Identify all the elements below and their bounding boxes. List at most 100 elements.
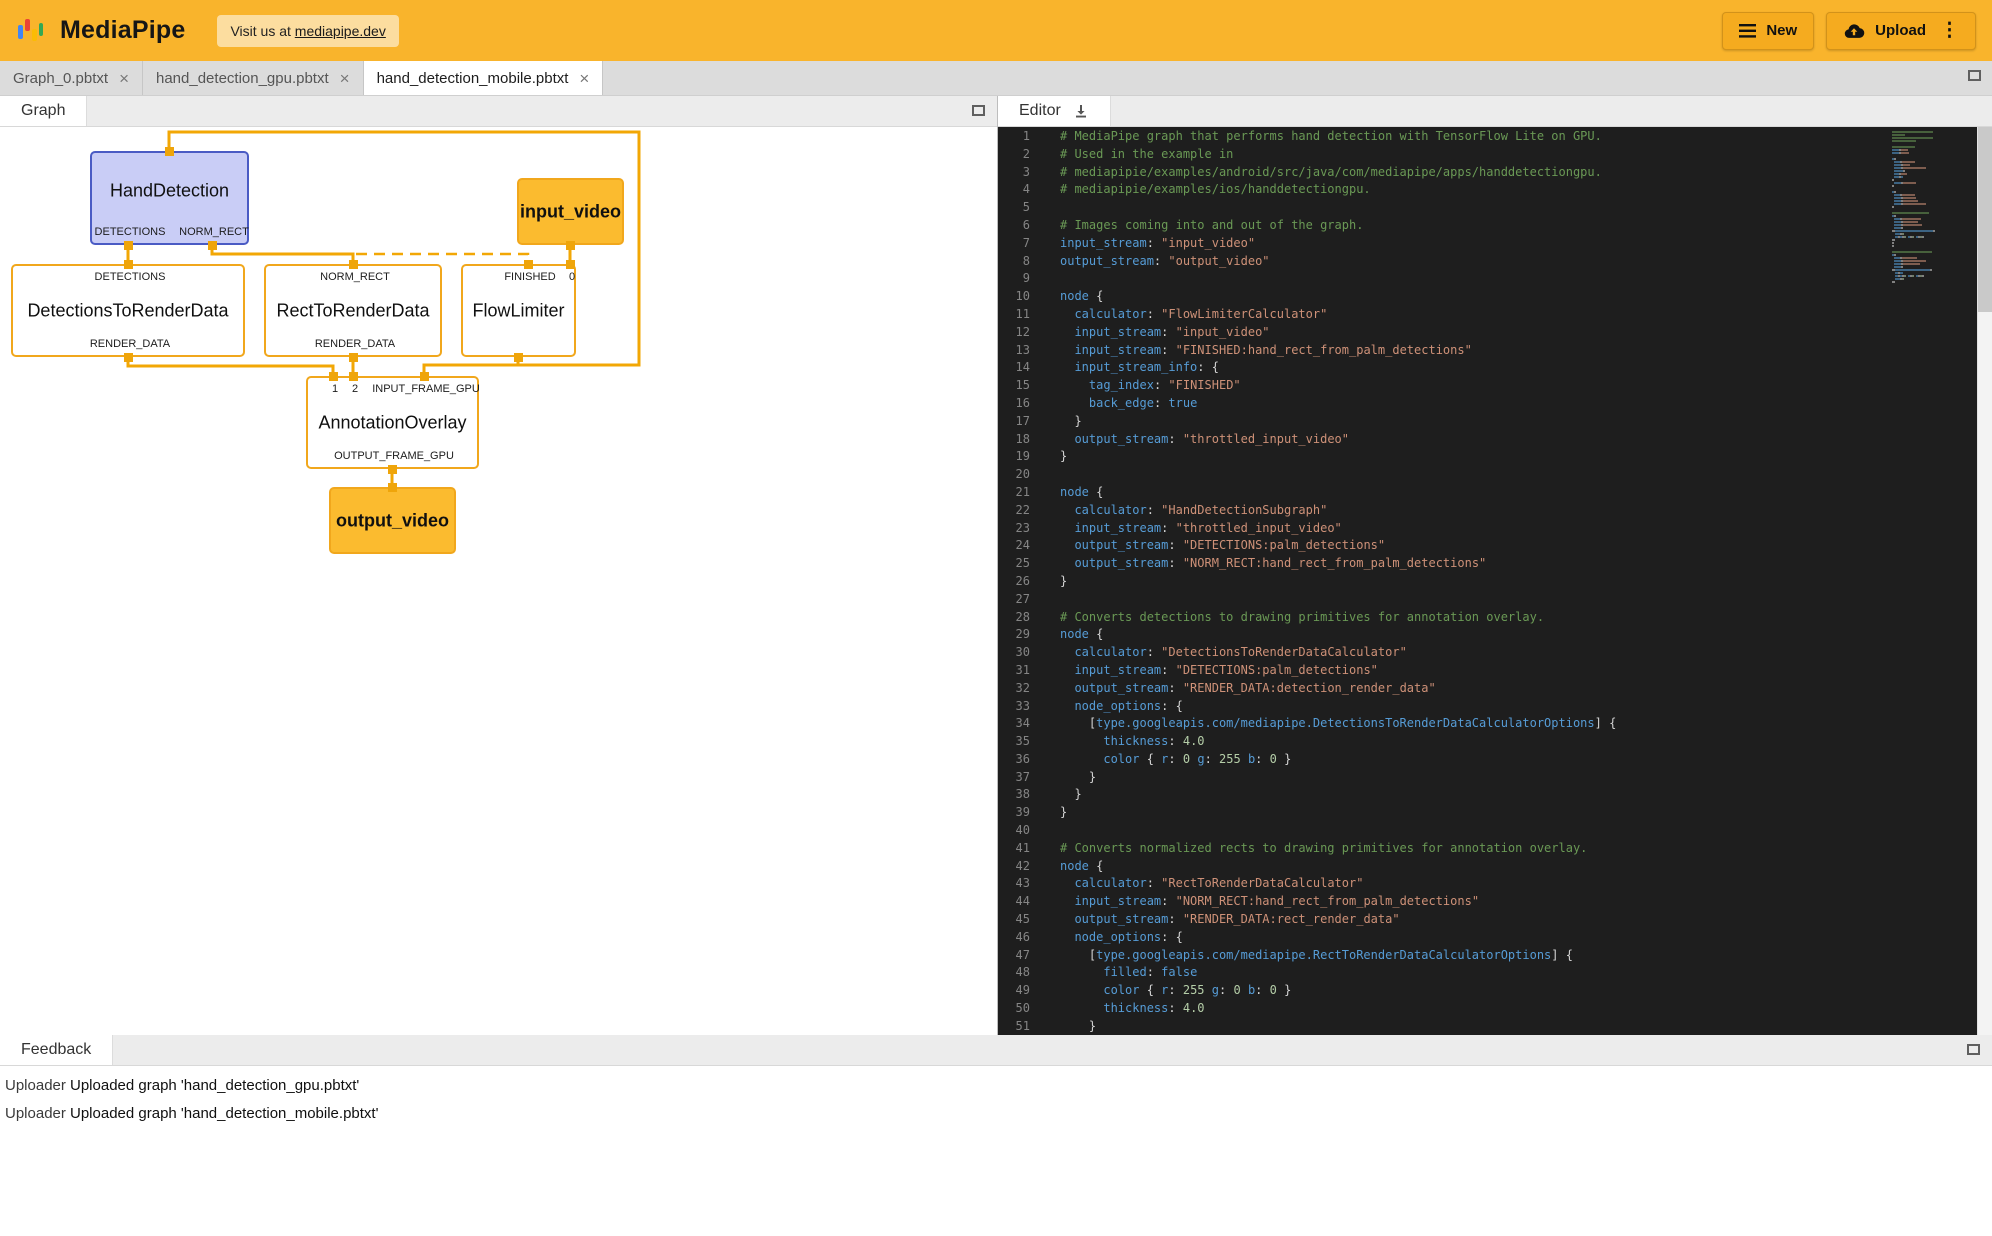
close-icon[interactable]: × [119,70,129,87]
code-line: node { [1060,288,1889,306]
code-line: } [1060,804,1889,822]
code-line: # Images coming into and out of the grap… [1060,217,1889,235]
code-editor[interactable]: 1234567891011121314151617181920212223242… [998,127,1992,1035]
close-icon[interactable]: × [579,70,589,87]
graph-tab-label: Graph [21,102,65,120]
code-line: input_stream: "input_video" [1060,324,1889,342]
code-line: tag_index: "FINISHED" [1060,377,1889,395]
port-connector [349,372,358,381]
port-connector [124,260,133,269]
code-line: # mediapipie/examples/android/src/java/c… [1060,164,1889,182]
code-line: [type.googleapis.com/mediapipe.Detection… [1060,715,1889,733]
feedback-message: Uploaded graph 'hand_detection_gpu.pbtxt… [66,1077,359,1094]
code-line: # Used in the example in [1060,146,1889,164]
code-line: output_stream: "RENDER_DATA:rect_render_… [1060,911,1889,929]
maximize-graph-panel-icon[interactable] [972,105,985,116]
editor-code[interactable]: # MediaPipe graph that performs hand det… [1046,127,1889,1035]
code-line [1060,822,1889,840]
code-line: # Converts detections to drawing primiti… [1060,609,1889,627]
scrollbar-thumb[interactable] [1978,127,1992,312]
graph-node-handdetection[interactable]: HandDetection DETECTIONS NORM_RECT [90,151,249,245]
graph-node-recttorenderdata[interactable]: NORM_RECT RectToRenderData RENDER_DATA [264,264,442,357]
node-port-1: 1 [332,383,338,395]
tab-hand-detection-mobile-pbtxt[interactable]: hand_detection_mobile.pbtxt × [364,61,604,95]
graph-node-input-video[interactable]: input_video [517,178,624,245]
graph-canvas[interactable]: HandDetection DETECTIONS NORM_RECT input… [0,127,997,1035]
node-title: input_video [519,201,622,222]
port-connector [566,241,575,250]
code-line: } [1060,769,1889,787]
app-header: MediaPipe Visit us at mediapipe.dev New … [0,0,1992,61]
code-line [1060,199,1889,217]
editor-minimap[interactable] [1889,127,1977,1035]
node-port-detections: DETECTIONS [95,226,166,238]
port-connector [349,260,358,269]
graph-node-annotationoverlay[interactable]: 1 2 INPUT_FRAME_GPU AnnotationOverlay OU… [306,376,479,469]
code-line: output_stream: "throttled_input_video" [1060,431,1889,449]
code-line: # MediaPipe graph that performs hand det… [1060,128,1889,146]
code-line: calculator: "FlowLimiterCalculator" [1060,306,1889,324]
feedback-log: Uploader Uploaded graph 'hand_detection_… [0,1066,1992,1127]
code-line: calculator: "DetectionsToRenderDataCalcu… [1060,644,1889,662]
node-port-finished: FINISHED [504,271,555,283]
port-connector [524,260,533,269]
main-area: Graph HandDetection DETECTIONS NORM_RECT [0,96,1992,1035]
upload-button[interactable]: Upload ⋮ [1826,12,1976,50]
code-line: } [1060,413,1889,431]
close-icon[interactable]: × [340,70,350,87]
maximize-workspace-icon[interactable] [1968,70,1981,81]
port-connector [420,372,429,381]
code-line: calculator: "RectToRenderDataCalculator" [1060,875,1889,893]
port-connector [208,241,217,250]
download-icon[interactable] [1073,103,1089,119]
visit-badge: Visit us at mediapipe.dev [217,15,398,47]
node-port-2: 2 [352,383,358,395]
code-line: input_stream: "input_video" [1060,235,1889,253]
mediapipe-dev-link[interactable]: mediapipe.dev [295,23,386,39]
port-connector [566,260,575,269]
code-line: input_stream_info: { [1060,359,1889,377]
feedback-panel: Feedback Uploader Uploaded graph 'hand_d… [0,1035,1992,1127]
code-line [1060,591,1889,609]
tab-feedback-view[interactable]: Feedback [0,1035,113,1065]
visit-badge-text: Visit us at [230,23,290,39]
node-port-0: 0 [569,271,575,283]
tab-editor-view[interactable]: Editor [998,96,1111,126]
tab-label: hand_detection_mobile.pbtxt [377,70,569,87]
code-line: calculator: "HandDetectionSubgraph" [1060,502,1889,520]
port-connector [124,241,133,250]
code-line: } [1060,786,1889,804]
feedback-row: Uploader Uploaded graph 'hand_detection_… [0,1099,1992,1127]
code-line: node { [1060,484,1889,502]
port-connector [388,465,397,474]
app-title: MediaPipe [60,16,185,45]
code-line: # Converts normalized rects to drawing p… [1060,840,1889,858]
maximize-feedback-panel-icon[interactable] [1967,1044,1980,1055]
feedback-source: Uploader [0,1077,66,1094]
tab-graph-view[interactable]: Graph [0,96,87,126]
graph-node-detectionstorenderdata[interactable]: DETECTIONS DetectionsToRenderData RENDER… [11,264,245,357]
code-line: input_stream: "DETECTIONS:palm_detection… [1060,662,1889,680]
editor-scrollbar[interactable] [1977,127,1992,1035]
port-connector [388,483,397,492]
graph-node-output-video[interactable]: output_video [329,487,456,554]
code-line: thickness: 4.0 [1060,733,1889,751]
feedback-source: Uploader [0,1105,66,1122]
code-line: node { [1060,858,1889,876]
tab-label: Graph_0.pbtxt [13,70,108,87]
kebab-menu-icon[interactable]: ⋮ [1940,21,1959,40]
new-button[interactable]: New [1722,12,1814,50]
node-title: AnnotationOverlay [308,412,477,433]
editor-panel: Editor 123456789101112131415161718192021… [998,96,1992,1035]
code-line: } [1060,1018,1889,1035]
tab-hand-detection-gpu-pbtxt[interactable]: hand_detection_gpu.pbtxt × [143,61,364,95]
tab-label: hand_detection_gpu.pbtxt [156,70,329,87]
node-title: RectToRenderData [266,300,440,321]
tab-graph-0-pbtxt[interactable]: Graph_0.pbtxt × [0,61,143,95]
mediapipe-logo [16,17,44,45]
code-line: thickness: 4.0 [1060,1000,1889,1018]
node-port-norm-rect: NORM_RECT [320,271,390,283]
code-line: input_stream: "FINISHED:hand_rect_from_p… [1060,342,1889,360]
graph-node-flowlimiter[interactable]: FINISHED 0 FlowLimiter [461,264,576,357]
node-port-detections: DETECTIONS [95,271,166,283]
